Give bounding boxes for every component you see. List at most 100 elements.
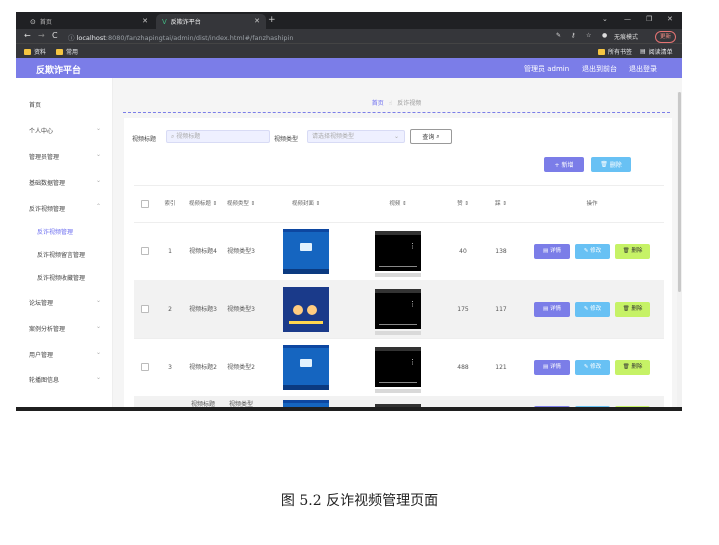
trash-icon: 🗑 <box>622 247 630 254</box>
col-type[interactable]: 视频类型 ⇕ <box>222 186 260 222</box>
sidebar-item-profile[interactable]: 个人中心 <box>29 126 53 135</box>
col-cover[interactable]: 视频封面 ⇕ <box>260 186 352 222</box>
all-bookmarks[interactable]: 所有书签 <box>598 47 632 56</box>
key-icon[interactable]: ⚷ <box>571 32 575 39</box>
col-label: 视频类型 <box>226 200 249 207</box>
new-tab-icon[interactable]: + <box>268 15 276 25</box>
extension-icon[interactable]: ✎ <box>556 32 561 39</box>
input-placeholder: 视频标题 <box>176 133 201 140</box>
detail-button[interactable]: ▤ 详情 <box>534 359 570 375</box>
breadcrumb: 首页 ☝ 反诈视频 <box>113 98 680 107</box>
browser-tab-home[interactable]: ⊙ 首页 ✕ <box>24 14 154 29</box>
delete-button[interactable]: 🗑 删除 <box>615 301 650 317</box>
title-filter-label: 视频标题 <box>132 136 157 143</box>
star-icon[interactable]: ☆ <box>586 32 591 39</box>
edit-button[interactable]: ✎ 修改 <box>575 301 610 317</box>
edit-button[interactable]: ✎ 修改 <box>575 359 610 375</box>
sidebar-item-admins[interactable]: 管理员管理 <box>29 152 59 161</box>
bookmark-folder[interactable]: 资料 <box>24 47 46 56</box>
video-cover-image[interactable] <box>283 344 329 390</box>
window-close-icon[interactable]: ✕ <box>667 15 673 23</box>
bookmark-folder[interactable]: 常用 <box>56 47 78 56</box>
reload-icon[interactable]: C <box>52 31 58 40</box>
back-icon[interactable]: ← <box>24 31 31 40</box>
more-icon[interactable]: ⋮ <box>409 300 416 309</box>
col-likes[interactable]: 赞 ⇕ <box>444 186 482 222</box>
col-title[interactable]: 视频标题 ⇕ <box>184 186 222 222</box>
sidebar-item-users[interactable]: 用户管理 <box>29 350 53 359</box>
video-player[interactable]: ⋮ <box>375 231 421 277</box>
main-area: 首页 ☝ 反诈视频 视频标题 ⌕ 视频标题 视频类型 请选择视频类型 ⌄ 查询 … <box>113 78 682 411</box>
cell-actions: ▤ 详情 ✎ 修改 🗑 删除 <box>520 280 664 338</box>
url-field[interactable]: ⓘ localhost:8080/fanzhapingtai/admin/dis… <box>68 32 293 42</box>
detail-button[interactable]: ▤ 详情 <box>534 301 570 317</box>
breadcrumb-home[interactable]: 首页 <box>372 100 384 107</box>
batch-delete-button[interactable]: 🗑 删除 <box>591 157 631 172</box>
breadcrumb-current: 反诈视频 <box>397 100 422 107</box>
video-player[interactable]: ⋮ <box>375 289 421 335</box>
detail-button[interactable]: ▤ 详情 <box>534 243 570 259</box>
row-checkbox[interactable] <box>134 338 156 396</box>
cell-index: 2 <box>168 305 172 313</box>
divider <box>123 112 670 113</box>
forward-icon[interactable]: → <box>38 31 45 40</box>
logout-link[interactable]: 退出登录 <box>629 64 657 74</box>
minimize-icon[interactable]: — <box>624 15 631 23</box>
browser-tab-active[interactable]: V 反欺诈平台 ✕ <box>156 14 266 29</box>
delete-button[interactable]: 🗑 删除 <box>615 359 650 375</box>
update-button[interactable]: 更新 <box>654 31 676 43</box>
page-scrollbar[interactable] <box>677 92 682 411</box>
button-label: 修改 <box>590 247 602 254</box>
sidebar-subitem-video-favorites[interactable]: 反诈视频收藏管理 <box>37 273 85 282</box>
button-label: 查询 <box>422 134 435 141</box>
row-checkbox[interactable] <box>134 222 156 280</box>
reading-list[interactable]: ▤ 阅读清单 <box>640 47 673 56</box>
bookmarks-bar: 资料 常用 所有书签 ▤ 阅读清单 <box>16 43 682 59</box>
cell-index: 3 <box>168 363 172 371</box>
search-icon: ⌕ <box>436 132 440 140</box>
vue-icon: V <box>162 17 167 26</box>
bookmark-label: 阅读清单 <box>648 49 673 56</box>
trash-icon: 🗑 <box>622 305 630 312</box>
goto-frontend-link[interactable]: 退出到前台 <box>582 64 617 74</box>
video-cover-image[interactable] <box>283 228 329 274</box>
cell-dislikes: 121 <box>495 363 507 371</box>
close-icon[interactable]: ✕ <box>142 17 148 25</box>
edit-button[interactable]: ✎ 修改 <box>575 243 610 259</box>
scrollbar-thumb[interactable] <box>678 92 681 292</box>
col-dislikes[interactable]: 踩 ⇕ <box>482 186 520 222</box>
chevron-down-icon[interactable]: ⌄ <box>602 15 608 23</box>
sidebar-item-forum[interactable]: 论坛管理 <box>29 298 53 307</box>
more-icon[interactable]: ⋮ <box>409 242 416 251</box>
col-label: 踩 <box>495 200 501 207</box>
cell-type: 视频类型3 <box>227 305 255 313</box>
sidebar-item-carousel[interactable]: 轮播图信息 <box>29 375 59 384</box>
cell-video: ⋮ <box>352 280 444 338</box>
taskbar-strip <box>16 407 682 411</box>
title-search-input[interactable]: ⌕ 视频标题 <box>166 130 270 143</box>
video-cover-image[interactable] <box>283 286 329 332</box>
col-video[interactable]: 视频 ⇕ <box>352 186 444 222</box>
sidebar-item-videos[interactable]: 反诈视频管理 <box>29 204 65 213</box>
maximize-icon[interactable]: ❐ <box>646 15 652 23</box>
cell-cover <box>260 222 352 280</box>
incognito-label: 无痕模式 <box>614 34 639 41</box>
add-button[interactable]: + 新增 <box>544 157 584 172</box>
query-button[interactable]: 查询 ⌕ <box>410 129 452 144</box>
select-all-checkbox[interactable] <box>134 186 156 222</box>
col-label: 视频标题 <box>188 200 211 207</box>
sidebar-subitem-video-manage[interactable]: 反诈视频管理 <box>37 227 73 236</box>
row-checkbox[interactable] <box>134 280 156 338</box>
type-select[interactable]: 请选择视频类型 ⌄ <box>307 130 405 143</box>
col-index[interactable]: 索引 <box>156 186 184 222</box>
close-icon[interactable]: ✕ <box>254 17 260 25</box>
sidebar-subitem-video-comments[interactable]: 反诈视频留言管理 <box>37 250 85 259</box>
delete-button[interactable]: 🗑 删除 <box>615 243 650 259</box>
col-label: 赞 <box>457 200 463 207</box>
video-player[interactable]: ⋮ <box>375 347 421 393</box>
chevron-down-icon: ⌄ <box>393 133 399 140</box>
more-icon[interactable]: ⋮ <box>409 358 416 367</box>
sidebar-item-home[interactable]: 首页 <box>29 100 41 109</box>
sidebar-item-basedata[interactable]: 基础数据管理 <box>29 178 65 187</box>
sidebar-item-cases[interactable]: 案例分析管理 <box>29 324 65 333</box>
